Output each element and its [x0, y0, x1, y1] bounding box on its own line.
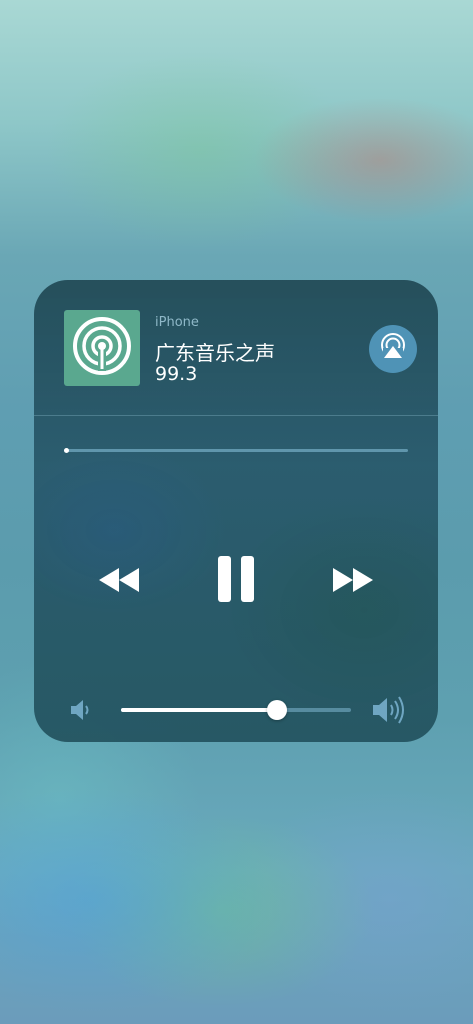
- artwork: [64, 310, 140, 386]
- now-playing-card: iPhone 广东音乐之声 99.3: [34, 280, 438, 742]
- pause-icon: [218, 556, 254, 606]
- rewind-button[interactable]: [94, 563, 144, 601]
- track-title: 广东音乐之声: [155, 341, 275, 365]
- volume-low-icon: [70, 699, 94, 725]
- volume-knob[interactable]: [267, 700, 288, 720]
- volume-high-icon: [372, 696, 408, 728]
- volume-fill: [121, 708, 278, 712]
- fast-forward-icon: [331, 567, 375, 597]
- pause-button[interactable]: [214, 556, 258, 606]
- track-subtitle: 99.3: [155, 363, 198, 385]
- progress-scrubber[interactable]: [64, 448, 69, 453]
- fast-forward-button[interactable]: [328, 563, 378, 601]
- volume-slider[interactable]: [121, 700, 351, 720]
- progress-bar[interactable]: [64, 449, 408, 452]
- airplay-icon: [378, 332, 408, 366]
- source-label: iPhone: [155, 315, 199, 330]
- rewind-icon: [97, 567, 141, 597]
- divider: [34, 415, 438, 416]
- radio-podcast-icon: [71, 315, 133, 381]
- airplay-button[interactable]: [369, 325, 417, 373]
